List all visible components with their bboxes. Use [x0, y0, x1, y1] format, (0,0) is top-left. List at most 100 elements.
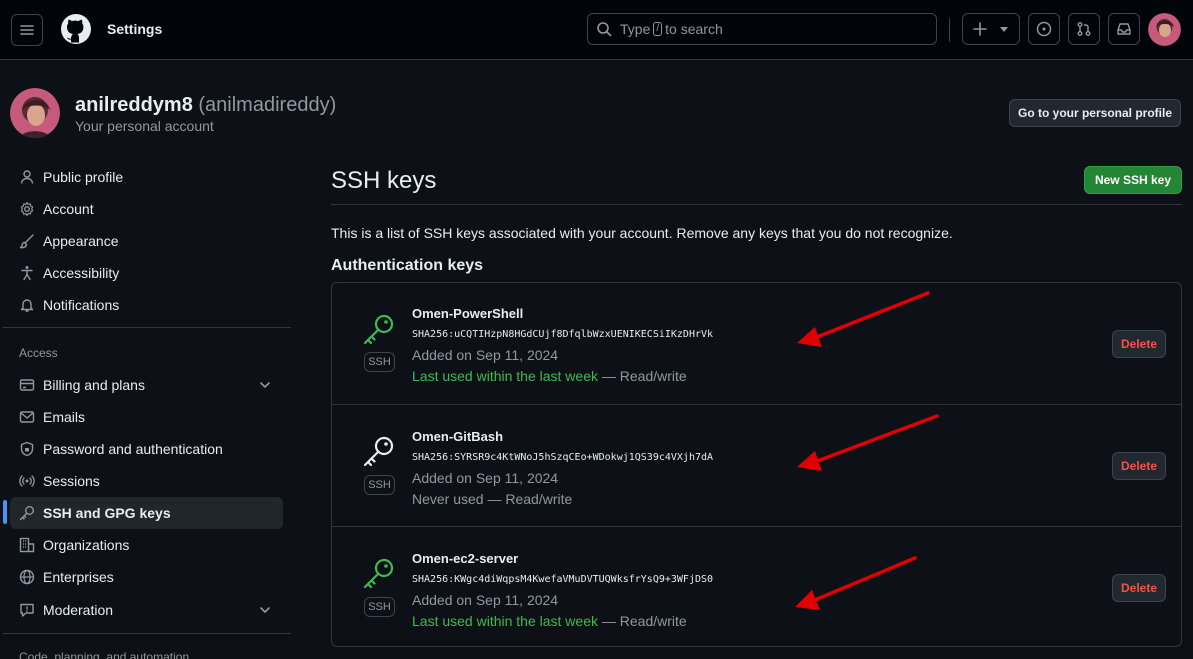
mail-icon	[19, 409, 35, 425]
key-icon	[363, 436, 394, 467]
sidebar-item-accessibility[interactable]: Accessibility	[10, 257, 283, 289]
account-name: anilreddym8 (anilmadireddy)	[75, 94, 336, 117]
sidebar-item-label: Moderation	[43, 602, 114, 618]
sidebar-group-code-planning: Code, planning, and automation	[19, 650, 190, 659]
top-header: Settings Type / to search	[0, 0, 1193, 60]
sidebar-divider	[3, 327, 291, 328]
chevron-down-icon[interactable]	[257, 377, 273, 393]
sidebar-item-label: Emails	[43, 409, 86, 425]
go-to-profile-button[interactable]: Go to your personal profile	[1009, 99, 1181, 127]
key-icon	[363, 558, 394, 589]
accessibility-icon	[19, 265, 35, 281]
new-ssh-key-button[interactable]: New SSH key	[1084, 166, 1182, 194]
search-placeholder-prefix: Type	[620, 21, 651, 37]
ssh-key-item: SSH Omen-GitBash SHA256:SYRSR9c4KtWNoJ5h…	[332, 404, 1181, 526]
pull-requests-button[interactable]	[1068, 13, 1100, 45]
triangle-down-icon	[1000, 27, 1008, 32]
key-access: — Read/write	[487, 491, 573, 507]
key-usage: Last used within the last week — Read/wr…	[412, 368, 687, 384]
key-last-used: Last used within the last week	[412, 368, 598, 384]
person-icon	[19, 169, 35, 185]
key-title: Omen-ec2-server	[412, 551, 519, 566]
hamburger-icon	[20, 25, 34, 35]
bell-icon	[19, 297, 35, 313]
account-handle: (anilmadireddy)	[198, 94, 337, 116]
page-description: This is a list of SSH keys associated wi…	[331, 225, 953, 241]
hamburger-menu-button[interactable]	[11, 14, 43, 46]
delete-key-button[interactable]: Delete	[1112, 330, 1166, 358]
sidebar-item-public-profile[interactable]: Public profile	[10, 161, 283, 193]
create-new-button[interactable]	[962, 13, 1020, 45]
key-usage: Last used within the last week — Read/wr…	[412, 613, 687, 629]
chevron-down-icon[interactable]	[257, 602, 273, 618]
search-icon	[597, 22, 612, 37]
sidebar-item-sessions[interactable]: Sessions	[10, 465, 283, 497]
sidebar-divider	[3, 633, 291, 634]
sidebar-item-notifications[interactable]: Notifications	[10, 289, 283, 321]
sidebar-item-organizations[interactable]: Organizations	[10, 529, 283, 561]
active-indicator	[3, 500, 7, 524]
globe-icon	[19, 569, 35, 585]
ssh-badge: SSH	[364, 475, 395, 495]
sidebar-item-account[interactable]: Account	[10, 193, 283, 225]
inbox-icon	[1117, 23, 1131, 35]
account-subtitle: Your personal account	[75, 118, 214, 134]
ssh-keys-list: SSH Omen-PowerShell SHA256:uCQTIHzpN8HGd…	[331, 282, 1182, 647]
key-access: — Read/write	[601, 613, 687, 629]
sidebar-item-label: Organizations	[43, 537, 130, 553]
gear-icon	[19, 201, 35, 217]
key-fingerprint: SHA256:uCQTIHzpN8HGdCUjf8DfqlbWzxUENIKEC…	[412, 329, 714, 340]
credit-card-icon	[19, 377, 35, 393]
account-username[interactable]: anilreddym8	[75, 94, 193, 116]
plus-icon	[973, 22, 987, 36]
sidebar-item-emails[interactable]: Emails	[10, 401, 283, 433]
ssh-badge: SSH	[364, 352, 395, 372]
sidebar-item-label: Accessibility	[43, 265, 120, 281]
git-pull-request-icon	[1077, 22, 1091, 36]
search-input[interactable]: Type / to search	[587, 13, 937, 45]
header-divider	[949, 18, 950, 42]
sidebar-item-password-authentication[interactable]: Password and authentication	[10, 433, 283, 465]
delete-key-button[interactable]: Delete	[1112, 452, 1166, 480]
sidebar-item-label: Billing and plans	[43, 377, 145, 393]
key-access: — Read/write	[601, 368, 687, 384]
page-context-title[interactable]: Settings	[107, 21, 162, 37]
paintbrush-icon	[19, 233, 35, 249]
account-avatar	[10, 88, 60, 138]
key-usage: Never used — Read/write	[412, 491, 572, 507]
key-added-date: Added on Sep 11, 2024	[412, 470, 559, 486]
search-placeholder-suffix: to search	[665, 21, 723, 37]
key-title: Omen-GitBash	[412, 429, 504, 444]
sidebar-item-ssh-gpg-keys[interactable]: SSH and GPG keys	[10, 497, 283, 529]
inbox-button[interactable]	[1108, 13, 1140, 45]
key-icon	[19, 505, 35, 521]
sidebar-item-moderation[interactable]: Moderation	[10, 594, 283, 626]
sidebar-group-access: Access	[19, 346, 58, 360]
sidebar-item-label: Notifications	[43, 297, 120, 313]
delete-key-button[interactable]: Delete	[1112, 574, 1166, 602]
key-icon	[363, 314, 394, 345]
ssh-key-item: SSH Omen-ec2-server SHA256:KWgc4diWqpsM4…	[332, 526, 1181, 648]
sidebar-item-enterprises[interactable]: Enterprises	[10, 561, 283, 593]
key-title: Omen-PowerShell	[412, 306, 524, 321]
key-added-date: Added on Sep 11, 2024	[412, 592, 559, 608]
github-logo-icon[interactable]	[60, 13, 92, 45]
report-icon	[19, 602, 35, 618]
page-title: SSH keys	[331, 167, 437, 194]
sidebar-item-billing[interactable]: Billing and plans	[10, 369, 283, 401]
key-last-used: Never used	[412, 491, 484, 507]
issues-button[interactable]	[1028, 13, 1060, 45]
search-shortcut-key: /	[653, 22, 663, 36]
key-fingerprint: SHA256:KWgc4diWqpsM4KwefaVMuDVTUQWksfrYs…	[412, 574, 714, 585]
sidebar-item-label: Account	[43, 201, 94, 217]
sidebar-item-label: Public profile	[43, 169, 124, 185]
sidebar-item-label: Sessions	[43, 473, 100, 489]
user-avatar-menu[interactable]	[1148, 13, 1181, 46]
broadcast-icon	[19, 473, 35, 489]
ssh-badge: SSH	[364, 597, 395, 617]
key-fingerprint: SHA256:SYRSR9c4KtWNoJ5hSzqCEo+WDokwj1QS3…	[412, 452, 714, 463]
sidebar-item-label: Password and authentication	[43, 441, 223, 457]
section-heading: Authentication keys	[331, 257, 484, 274]
sidebar-item-label: SSH and GPG keys	[43, 505, 171, 521]
sidebar-item-appearance[interactable]: Appearance	[10, 225, 283, 257]
